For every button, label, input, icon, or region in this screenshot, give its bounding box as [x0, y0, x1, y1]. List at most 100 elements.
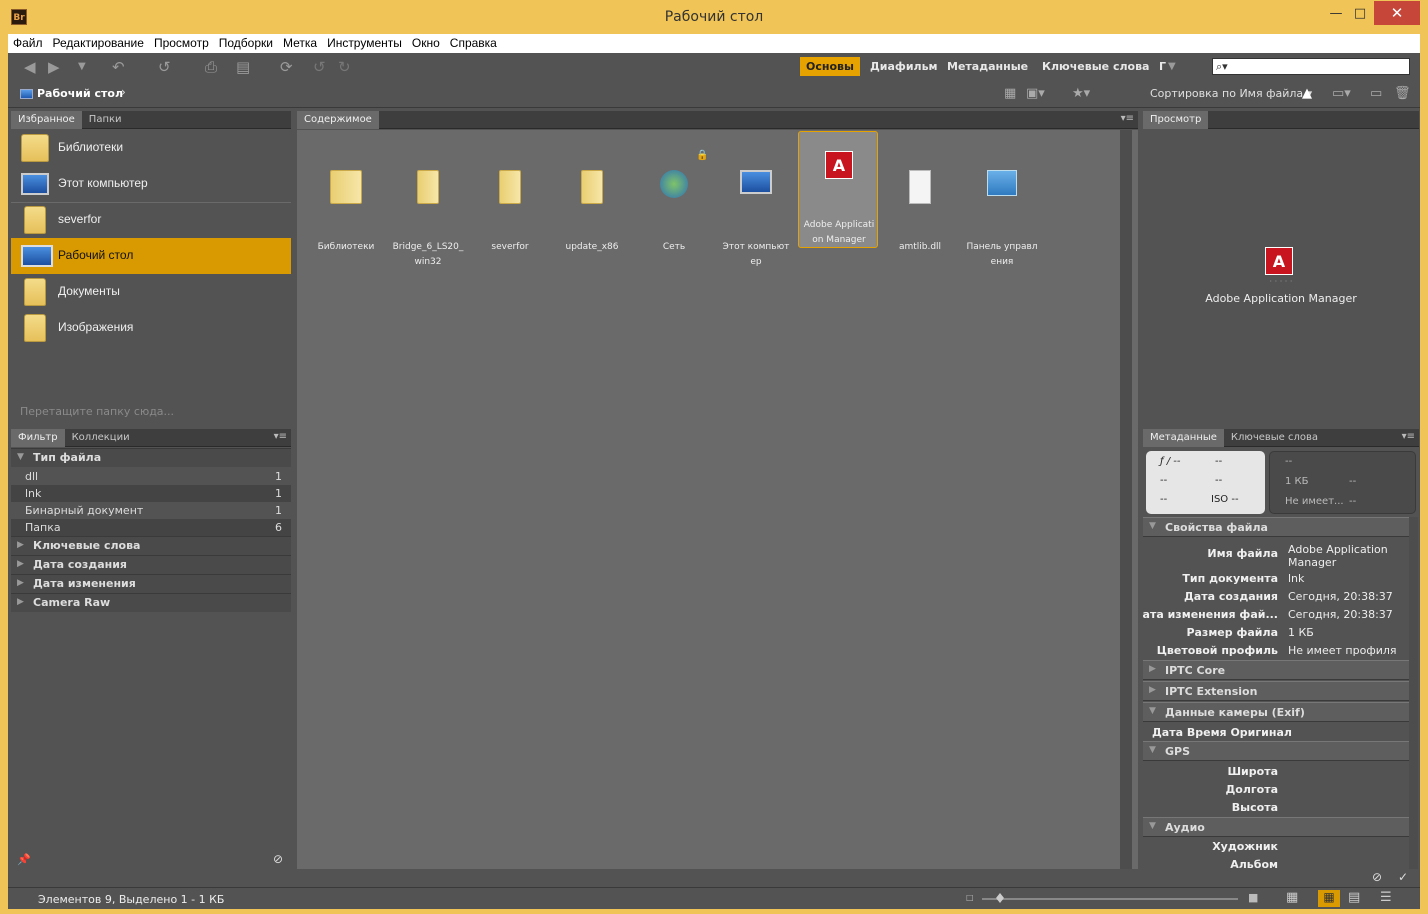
- tab-filter[interactable]: Фильтр: [11, 429, 65, 447]
- metadata-value[interactable]: Adobe Application Manager: [1288, 543, 1406, 569]
- menu-help[interactable]: Справка: [445, 34, 502, 53]
- sync-icon[interactable]: ⟳: [280, 58, 293, 76]
- thumbnail-item[interactable]: amtlib.dll: [880, 156, 960, 266]
- sort-ascending-icon[interactable]: ▲: [1302, 86, 1312, 101]
- thumbnail-item[interactable]: update_x86: [552, 156, 632, 266]
- metadata-value[interactable]: lnk: [1288, 572, 1406, 585]
- thumbnail-item[interactable]: Bridge_6_LS20_ win32: [388, 156, 468, 267]
- minimize-button[interactable]: —: [1326, 4, 1346, 24]
- pin-icon[interactable]: 📌: [17, 853, 31, 866]
- favorite-libraries[interactable]: Библиотеки: [11, 130, 291, 166]
- menu-file[interactable]: Файл: [8, 34, 48, 53]
- clear-filter-icon[interactable]: ⊘: [273, 852, 283, 866]
- metadata-group-iptc-extension[interactable]: ▶ IPTC Extension: [1143, 681, 1409, 701]
- filter-item-dll[interactable]: dll 1: [11, 468, 291, 485]
- thumbnail-item[interactable]: 🔒 Сеть: [634, 150, 714, 266]
- menu-stacks[interactable]: Подборки: [214, 34, 278, 53]
- metadata-value[interactable]: Не имеет профиля: [1288, 644, 1406, 657]
- metadata-value[interactable]: Сегодня, 20:38:37: [1288, 608, 1406, 621]
- tab-favorites[interactable]: Избранное: [11, 111, 82, 129]
- menu-view[interactable]: Просмотр: [149, 34, 214, 53]
- favorite-documents[interactable]: Документы: [11, 274, 291, 310]
- menu-tools[interactable]: Инструменты: [322, 34, 407, 53]
- panel-menu-icon[interactable]: ▾≡: [1402, 431, 1415, 442]
- thumbnail-item[interactable]: Библиотеки: [306, 156, 386, 266]
- thumbnail-quality-icon[interactable]: ▣▾: [1026, 86, 1045, 101]
- metadata-group-file-props[interactable]: ▼ Свойства файла: [1143, 517, 1409, 537]
- metadata-group-label: GPS: [1165, 745, 1191, 758]
- menu-window[interactable]: Окно: [407, 34, 445, 53]
- breadcrumb-chevron-icon[interactable]: ›: [121, 85, 126, 99]
- slider-thumb[interactable]: [996, 893, 1004, 903]
- workspace-dropdown-icon[interactable]: ▼: [1168, 61, 1176, 72]
- breadcrumb[interactable]: Рабочий стол: [37, 87, 123, 100]
- new-folder-icon[interactable]: ▭: [1370, 86, 1382, 101]
- quality-grid-icon[interactable]: ▦: [1004, 86, 1016, 101]
- apply-checkmark-icon[interactable]: ✓: [1398, 870, 1408, 884]
- workspace-metadata[interactable]: Метаданные: [941, 57, 1034, 76]
- panel-menu-icon[interactable]: ▾≡: [274, 431, 287, 442]
- filter-item-folder[interactable]: Папка 6: [11, 519, 291, 536]
- thumbnail-item[interactable]: Этот компьют ер: [716, 156, 796, 267]
- workspace-keywords[interactable]: Ключевые слова: [1036, 57, 1155, 76]
- favorite-computer[interactable]: Этот компьютер: [11, 166, 291, 202]
- filter-item-binary[interactable]: Бинарный документ 1: [11, 502, 291, 519]
- maximize-button[interactable]: □: [1350, 4, 1370, 24]
- thumbnail-size-slider[interactable]: [982, 898, 1238, 900]
- tab-collections[interactable]: Коллекции: [65, 429, 137, 447]
- thumbnail-item[interactable]: severfor: [470, 156, 550, 266]
- refine-icon[interactable]: ▤: [236, 58, 250, 76]
- forward-arrow-icon[interactable]: ▶: [48, 58, 60, 76]
- sort-dropdown[interactable]: Сортировка по Имя файла ▾: [1150, 87, 1312, 100]
- tab-content[interactable]: Содержимое: [297, 111, 379, 129]
- open-recent-folder-icon[interactable]: ▭▾: [1332, 86, 1351, 101]
- details-view-icon[interactable]: ▤: [1348, 890, 1360, 905]
- tab-preview[interactable]: Просмотр: [1143, 111, 1209, 129]
- content-scrollbar[interactable]: [1120, 130, 1132, 869]
- thumbnail-item[interactable]: Панель управл ения: [962, 156, 1042, 267]
- metadata-group-iptc-core[interactable]: ▶ IPTC Core: [1143, 660, 1409, 680]
- metadata-scrollbar[interactable]: [1409, 517, 1418, 869]
- favorite-severfor[interactable]: severfor: [11, 202, 291, 238]
- filter-group-filetype[interactable]: ▼ Тип файла: [11, 448, 291, 467]
- filter-group-date-created[interactable]: ▶ Дата создания: [11, 555, 291, 574]
- metadata-group-exif[interactable]: ▼ Данные камеры (Exif): [1143, 702, 1409, 722]
- menu-label[interactable]: Метка: [278, 34, 322, 53]
- grid-lock-icon[interactable]: ▦: [1286, 890, 1298, 905]
- zoom-in-icon[interactable]: ■: [1248, 891, 1258, 904]
- thumbnail-item-selected[interactable]: A Adobe Applicati on Manager: [798, 131, 878, 248]
- boomerang-icon[interactable]: ↶: [112, 58, 125, 76]
- tab-metadata[interactable]: Метаданные: [1143, 429, 1224, 447]
- rotate-right-icon[interactable]: ↻: [338, 58, 351, 76]
- tab-folders[interactable]: Папки: [82, 111, 129, 129]
- search-input[interactable]: ⌕▾: [1212, 58, 1410, 75]
- favorite-desktop[interactable]: Рабочий стол: [11, 238, 291, 274]
- workspace-essentials[interactable]: Основы: [800, 57, 860, 76]
- zoom-out-icon[interactable]: □: [966, 893, 974, 902]
- filter-item-lnk[interactable]: lnk 1: [11, 485, 291, 502]
- back-arrow-icon[interactable]: ◀: [24, 58, 36, 76]
- metadata-group-gps[interactable]: ▼ GPS: [1143, 741, 1409, 761]
- star-filter-icon[interactable]: ★▾: [1072, 86, 1090, 101]
- rotate-left-icon[interactable]: ↺: [313, 58, 326, 76]
- metadata-value[interactable]: 1 КБ: [1288, 626, 1406, 639]
- filter-group-camera-raw[interactable]: ▶ Camera Raw: [11, 593, 291, 612]
- favorite-pictures[interactable]: Изображения: [11, 310, 291, 346]
- panel-menu-icon[interactable]: ▾≡: [1121, 113, 1134, 124]
- metadata-value[interactable]: Сегодня, 20:38:37: [1288, 590, 1406, 603]
- thumbnail-view-icon[interactable]: ▦: [1318, 890, 1340, 907]
- close-button[interactable]: ✕: [1374, 1, 1420, 25]
- camera-import-icon[interactable]: ⎙: [205, 58, 217, 76]
- workspace-filmstrip[interactable]: Диафильм: [864, 57, 944, 76]
- filter-group-date-modified[interactable]: ▶ Дата изменения: [11, 574, 291, 593]
- menu-edit[interactable]: Редактирование: [48, 34, 149, 53]
- tab-keywords[interactable]: Ключевые слова: [1224, 429, 1325, 447]
- metadata-key: Широта: [1227, 765, 1278, 778]
- metadata-group-audio[interactable]: ▼ Аудио: [1143, 817, 1409, 837]
- recent-dropdown-icon[interactable]: ▼: [78, 61, 86, 72]
- clear-metadata-icon[interactable]: ⊘: [1372, 870, 1382, 884]
- rotate-icon[interactable]: ↺: [158, 58, 171, 76]
- filter-group-keywords[interactable]: ▶ Ключевые слова: [11, 536, 291, 555]
- delete-icon[interactable]: 🗑: [1394, 86, 1411, 101]
- list-view-icon[interactable]: ☰: [1380, 890, 1392, 905]
